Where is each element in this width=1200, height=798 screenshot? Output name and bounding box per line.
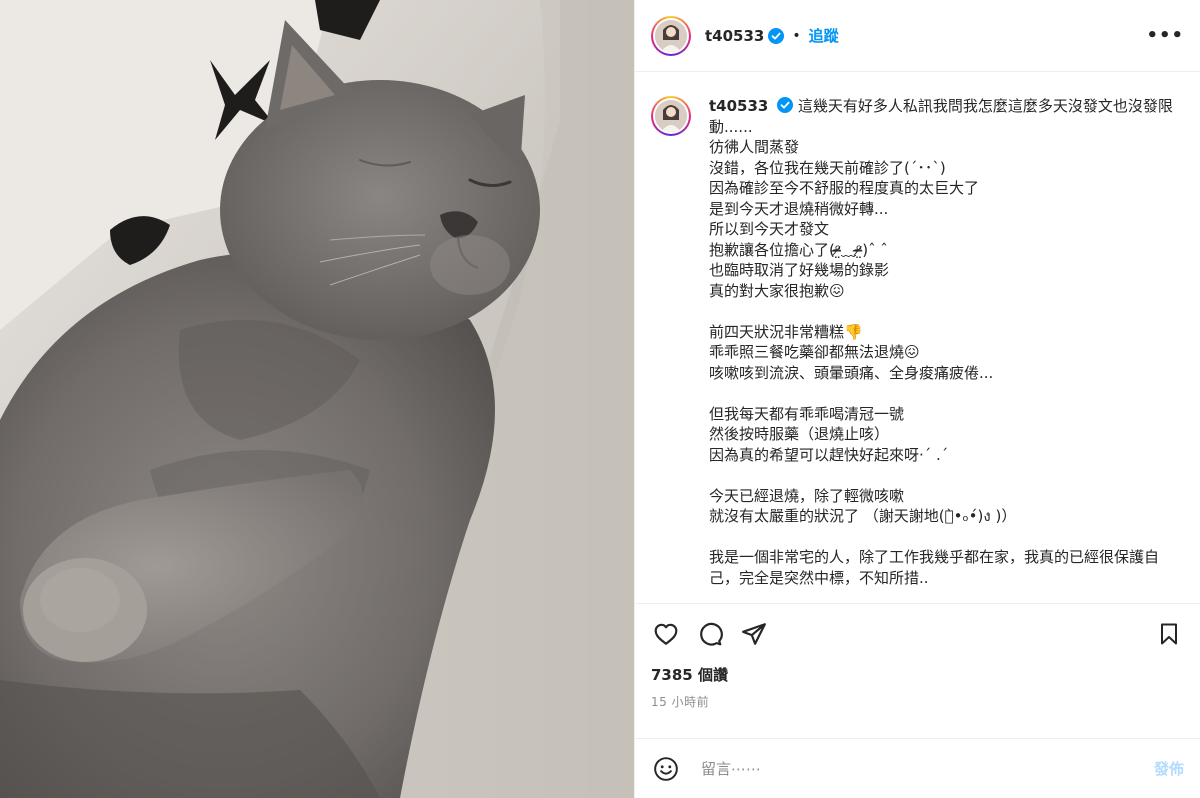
header-username[interactable]: t40533 bbox=[705, 27, 764, 45]
caption-row: t40533 這幾天有好多人私訊我問我怎麼這麼多天沒發文也沒發限動...... … bbox=[651, 96, 1184, 603]
heart-icon[interactable] bbox=[651, 619, 681, 649]
caption-username[interactable]: t40533 bbox=[709, 97, 768, 115]
caption-avatar[interactable] bbox=[651, 96, 691, 136]
follow-button[interactable]: 追蹤 bbox=[809, 25, 839, 46]
emoji-icon[interactable] bbox=[651, 754, 681, 784]
post-comment-button[interactable]: 發佈 bbox=[1154, 758, 1184, 779]
more-options-icon[interactable]: ••• bbox=[1146, 25, 1184, 46]
caption-body: t40533 這幾天有好多人私訊我問我怎麼這麼多天沒發文也沒發限動...... … bbox=[709, 96, 1184, 603]
verified-icon bbox=[777, 97, 794, 113]
bookmark-icon[interactable] bbox=[1154, 619, 1184, 649]
avatar-image bbox=[655, 19, 687, 52]
sleeping-cat-photo bbox=[0, 0, 634, 798]
post-header: t40533 • 追蹤 ••• bbox=[635, 0, 1200, 72]
comment-icon[interactable] bbox=[695, 619, 725, 649]
post-photo[interactable] bbox=[0, 0, 634, 798]
comment-bar: 發佈 bbox=[635, 738, 1200, 798]
verified-icon bbox=[768, 27, 785, 44]
like-count[interactable]: 7385 個讚 bbox=[651, 664, 1184, 685]
separator-dot: • bbox=[792, 27, 801, 44]
comment-input[interactable] bbox=[699, 758, 1154, 779]
post-details-panel: t40533 • 追蹤 ••• t40533 這幾天有好多人私訊我問我怎麼這麼多… bbox=[634, 0, 1200, 798]
caption-text: 這幾天有好多人私訊我問我怎麼這麼多天沒發文也沒發限動...... 彷彿人間蒸發 … bbox=[709, 97, 1173, 587]
action-section: 7385 個讚 15 小時前 bbox=[635, 603, 1200, 738]
post-timestamp[interactable]: 15 小時前 bbox=[651, 693, 1184, 710]
instagram-post-view: t40533 • 追蹤 ••• t40533 這幾天有好多人私訊我問我怎麼這麼多… bbox=[0, 0, 1200, 798]
caption-scroll-area[interactable]: t40533 這幾天有好多人私訊我問我怎麼這麼多天沒發文也沒發限動...... … bbox=[635, 72, 1200, 603]
share-icon[interactable] bbox=[739, 619, 769, 649]
avatar[interactable] bbox=[651, 15, 691, 56]
action-bar bbox=[651, 618, 1184, 650]
